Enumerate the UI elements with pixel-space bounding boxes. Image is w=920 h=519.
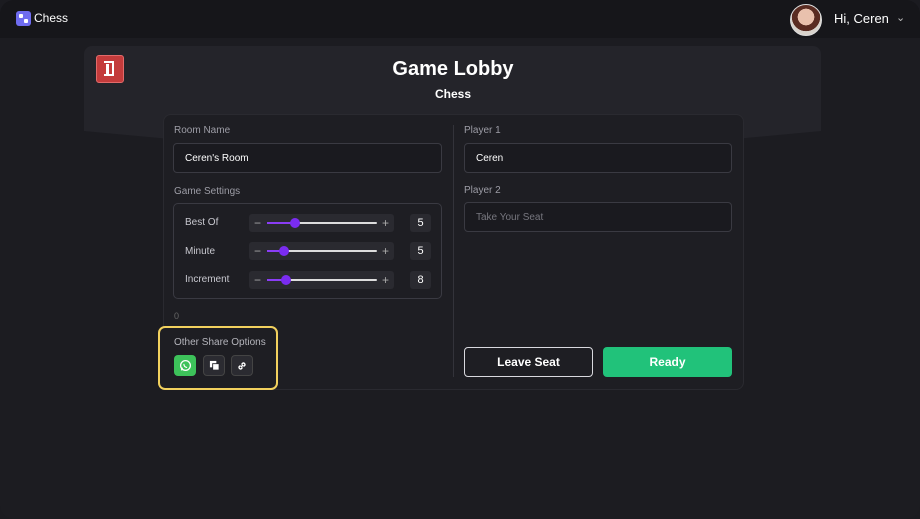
slider-thumb[interactable] [278, 246, 289, 256]
page-subtitle: Chess [434, 87, 472, 101]
plus-icon[interactable]: + [382, 272, 389, 288]
room-name-label: Room Name [174, 125, 231, 136]
leave-seat-button[interactable]: Leave Seat [464, 347, 593, 377]
player1-field: Ceren [464, 143, 732, 173]
player1-label: Player 1 [464, 125, 501, 136]
stray-text: 0 [174, 311, 180, 321]
whatsapp-share-button[interactable] [174, 355, 196, 376]
plus-icon[interactable]: + [382, 243, 389, 259]
column-divider [453, 125, 454, 377]
minus-icon[interactable]: − [254, 215, 261, 231]
link-icon [238, 361, 246, 370]
player2-seat-field[interactable]: Take Your Seat [464, 202, 732, 232]
plus-icon[interactable]: + [382, 215, 389, 231]
minute-slider[interactable]: − + [249, 242, 394, 260]
copy-icon [209, 360, 220, 371]
link-button[interactable] [231, 355, 253, 376]
app-window: Chess Hi, Ceren ⌄ Game Lobby Chess Room … [0, 0, 920, 519]
minus-icon[interactable]: − [254, 272, 261, 288]
slider-thumb[interactable] [280, 275, 291, 285]
whatsapp-icon [179, 359, 191, 372]
minute-value[interactable]: 5 [410, 242, 431, 260]
player2-label: Player 2 [464, 185, 501, 196]
best-of-slider[interactable]: − + [249, 214, 394, 232]
minus-icon[interactable]: − [254, 243, 261, 259]
best-of-value[interactable]: 5 [410, 214, 431, 232]
avatar[interactable] [790, 4, 822, 36]
room-name-input[interactable]: Ceren's Room [173, 143, 442, 173]
setting-label-increment: Increment [185, 274, 230, 285]
increment-value[interactable]: 8 [410, 271, 431, 289]
share-options-label: Other Share Options [174, 337, 266, 348]
chevron-down-icon[interactable]: ⌄ [896, 11, 905, 24]
ready-button[interactable]: Ready [603, 347, 732, 377]
increment-slider[interactable]: − + [249, 271, 394, 289]
page-title: Game Lobby [392, 58, 514, 80]
chess-logo-icon[interactable] [16, 11, 31, 26]
copy-button[interactable] [203, 355, 225, 376]
top-bar: Chess Hi, Ceren ⌄ [0, 0, 920, 38]
app-title[interactable]: Chess [34, 11, 68, 25]
setting-label-best-of: Best Of [185, 217, 219, 228]
game-settings-label: Game Settings [174, 186, 241, 197]
setting-label-minute: Minute [185, 246, 216, 257]
user-greeting[interactable]: Hi, Ceren [834, 11, 889, 26]
slider-thumb[interactable] [289, 218, 300, 228]
